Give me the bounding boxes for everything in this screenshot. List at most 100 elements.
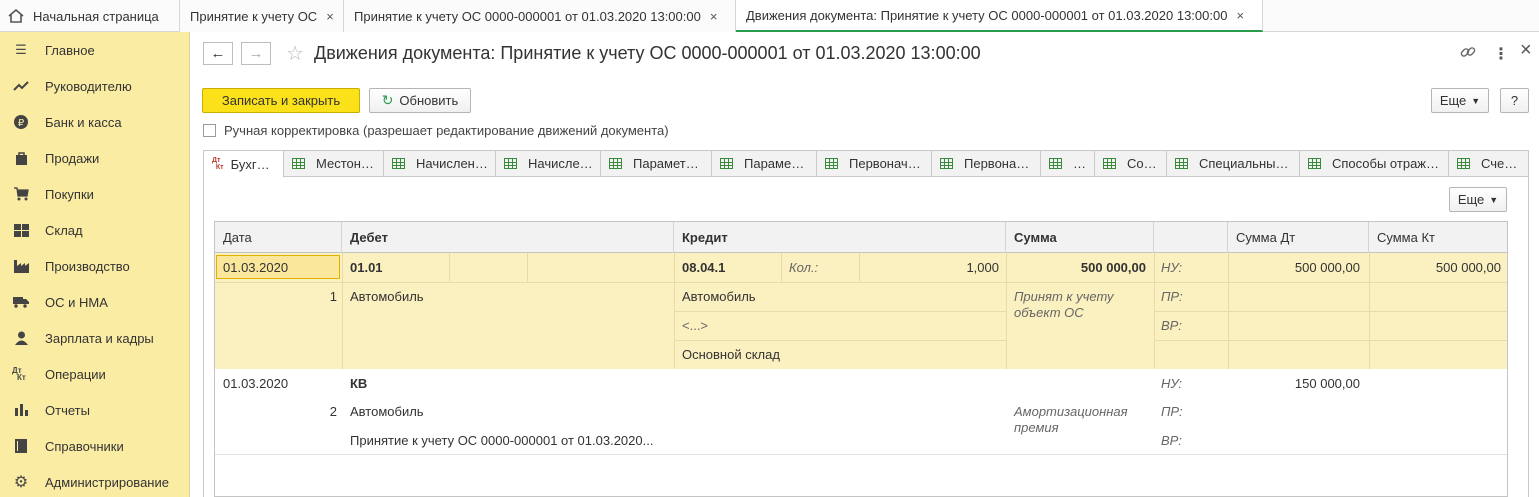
table-icon bbox=[720, 158, 733, 169]
ruble-icon: ₽ bbox=[12, 114, 30, 130]
col-sum[interactable]: Сумма bbox=[1006, 222, 1154, 253]
col-date[interactable]: Дата bbox=[215, 222, 342, 253]
sidebar-item-label: Главное bbox=[45, 42, 95, 58]
manual-edit-checkbox[interactable] bbox=[203, 124, 216, 137]
close-icon[interactable]: × bbox=[1236, 8, 1244, 23]
sum-dt-value: 500 000,00 bbox=[1294, 260, 1360, 275]
tab-special[interactable]: Специальны… bbox=[1167, 150, 1300, 177]
credit-subconto-2: <...> bbox=[682, 318, 709, 333]
row-content: Принят к учету объект ОС bbox=[1014, 289, 1114, 320]
close-icon[interactable]: × bbox=[710, 9, 718, 24]
refresh-button[interactable]: ↻ Обновить bbox=[369, 88, 471, 113]
col-credit[interactable]: Кредит bbox=[674, 222, 1006, 253]
tab-os-document[interactable]: Принятие к учету ОС 0000-000001 от 01.03… bbox=[344, 0, 736, 32]
col-debit[interactable]: Дебет bbox=[342, 222, 674, 253]
close-icon[interactable]: × bbox=[326, 9, 334, 24]
col-sum-kt[interactable]: Сумма Кт bbox=[1369, 222, 1507, 253]
row-content: Амортизационная премия bbox=[1014, 404, 1128, 435]
bar-chart-icon bbox=[12, 402, 30, 418]
more-vertical-icon[interactable]: ⋮ bbox=[1493, 44, 1509, 64]
tab-params-2[interactable]: Параме… bbox=[712, 150, 817, 177]
tab-accrual-2[interactable]: Начисле… bbox=[496, 150, 601, 177]
sidebar-item-purchases[interactable]: Покупки bbox=[0, 176, 189, 212]
sidebar-item-salary[interactable]: Зарплата и кадры bbox=[0, 320, 189, 356]
tax-nu-label: НУ: bbox=[1161, 376, 1183, 391]
gear-icon: ⚙ bbox=[13, 474, 29, 491]
manual-edit-checkbox-row[interactable]: Ручная корректировка (разрешает редактир… bbox=[203, 123, 669, 138]
tab-label: Движения документа: Принятие к учету ОС … bbox=[746, 7, 1228, 23]
sidebar-item-label: Справочники bbox=[45, 438, 124, 454]
sidebar-item-warehouse[interactable]: Склад bbox=[0, 212, 189, 248]
sidebar-item-label: Банк и касса bbox=[45, 114, 122, 130]
table-icon bbox=[609, 158, 622, 169]
tab-document-movements[interactable]: Движения документа: Принятие к учету ОС … bbox=[736, 0, 1263, 32]
tab-label: Параме… bbox=[744, 156, 805, 171]
tab-accrual-1[interactable]: Начислен… bbox=[384, 150, 496, 177]
sidebar-item-sales[interactable]: Продажи bbox=[0, 140, 189, 176]
chevron-down-icon: ▼ bbox=[1471, 95, 1481, 106]
table-header: Дата Дебет Кредит Сумма Сумма Дт Сумма К… bbox=[215, 222, 1507, 253]
sidebar-item-reports[interactable]: Отчеты bbox=[0, 392, 189, 428]
close-icon[interactable]: × bbox=[1520, 39, 1532, 62]
main-area: ← → ☆ Движения документа: Принятие к уче… bbox=[190, 32, 1539, 497]
tab-reflection-methods[interactable]: Способы отраж… bbox=[1300, 150, 1449, 177]
table-icon bbox=[392, 158, 405, 169]
sum-kt-value: 500 000,00 bbox=[1435, 260, 1501, 275]
credit-subconto-3: Основной склад bbox=[682, 347, 780, 362]
tab-location[interactable]: Местон… bbox=[284, 150, 384, 177]
tab-accounting[interactable]: Дт Кт Бухг… bbox=[203, 150, 284, 178]
debit-subconto-1: Автомобиль bbox=[350, 404, 424, 419]
debit-account: 01.01 bbox=[350, 260, 383, 275]
tab-label: Первонач… bbox=[849, 156, 921, 171]
sidebar-item-catalogs[interactable]: Справочники bbox=[0, 428, 189, 464]
home-tab[interactable]: Начальная страница bbox=[0, 0, 180, 32]
debit-subconto-2: Принятие к учету ОС 0000-000001 от 01.03… bbox=[350, 433, 654, 448]
col-tax[interactable] bbox=[1154, 222, 1228, 253]
tab-label: Начислен… bbox=[416, 156, 488, 171]
back-button[interactable]: ← bbox=[203, 42, 233, 65]
arrow-left-icon: ← bbox=[210, 45, 226, 62]
sidebar-item-label: Отчеты bbox=[45, 402, 90, 418]
link-icon[interactable] bbox=[1460, 44, 1476, 65]
col-sum-dt[interactable]: Сумма Дт bbox=[1228, 222, 1369, 253]
help-button[interactable]: ? bbox=[1500, 88, 1529, 113]
sidebar-item-label: Операции bbox=[45, 366, 106, 382]
warehouse-icon bbox=[12, 222, 30, 238]
truck-icon bbox=[12, 294, 30, 310]
table-row[interactable]: 01.03.2020 1 01.01 Автомобиль 08.04.1 Ко… bbox=[215, 253, 1507, 369]
tab-initial-1[interactable]: Первонач… bbox=[817, 150, 932, 177]
tab-accounts[interactable]: Сче… bbox=[1449, 150, 1529, 177]
dt-kt-icon: Дт Кт bbox=[212, 157, 224, 171]
table-icon bbox=[1103, 158, 1116, 169]
tab-params-1[interactable]: Парамет… bbox=[601, 150, 712, 177]
tab-register-9[interactable]: … bbox=[1041, 150, 1095, 177]
save-and-close-button[interactable]: Записать и закрыть bbox=[202, 88, 360, 113]
tab-label: Со… bbox=[1127, 156, 1157, 171]
more-button[interactable]: Еще ▼ bbox=[1431, 88, 1489, 113]
tab-register-10[interactable]: Со… bbox=[1095, 150, 1167, 177]
tab-initial-2[interactable]: Первона… bbox=[932, 150, 1041, 177]
sidebar-item-operations[interactable]: Дт Кт Операции bbox=[0, 356, 189, 392]
manual-edit-label: Ручная корректировка (разрешает редактир… bbox=[224, 123, 669, 138]
sidebar-item-main[interactable]: ☰ Главное bbox=[0, 32, 189, 68]
tab-os-list[interactable]: Принятие к учету ОС × bbox=[180, 0, 344, 32]
table-icon bbox=[504, 158, 517, 169]
credit-account: 08.04.1 bbox=[682, 260, 726, 275]
table-row[interactable]: 01.03.2020 2 КВ Автомобиль Принятие к уч… bbox=[215, 369, 1507, 455]
row-number: 2 bbox=[329, 404, 337, 419]
sidebar-item-production[interactable]: Производство bbox=[0, 248, 189, 284]
forward-button[interactable]: → bbox=[241, 42, 271, 65]
book-icon bbox=[12, 438, 30, 454]
sidebar-item-assets[interactable]: ОС и НМА bbox=[0, 284, 189, 320]
table-icon bbox=[940, 158, 953, 169]
tab-label: … bbox=[1073, 156, 1086, 171]
sum-dt-value: 150 000,00 bbox=[1294, 376, 1360, 391]
sidebar-item-admin[interactable]: ⚙ Администрирование bbox=[0, 464, 189, 497]
tab-label: Первона… bbox=[964, 156, 1030, 171]
sidebar-item-bank[interactable]: ₽ Банк и касса bbox=[0, 104, 189, 140]
table-more-button[interactable]: Еще ▼ bbox=[1449, 187, 1507, 212]
sidebar-item-label: Склад bbox=[45, 222, 83, 238]
sidebar-item-manager[interactable]: Руководителю bbox=[0, 68, 189, 104]
tab-label: Парамет… bbox=[633, 156, 699, 171]
star-icon[interactable]: ☆ bbox=[286, 41, 304, 66]
